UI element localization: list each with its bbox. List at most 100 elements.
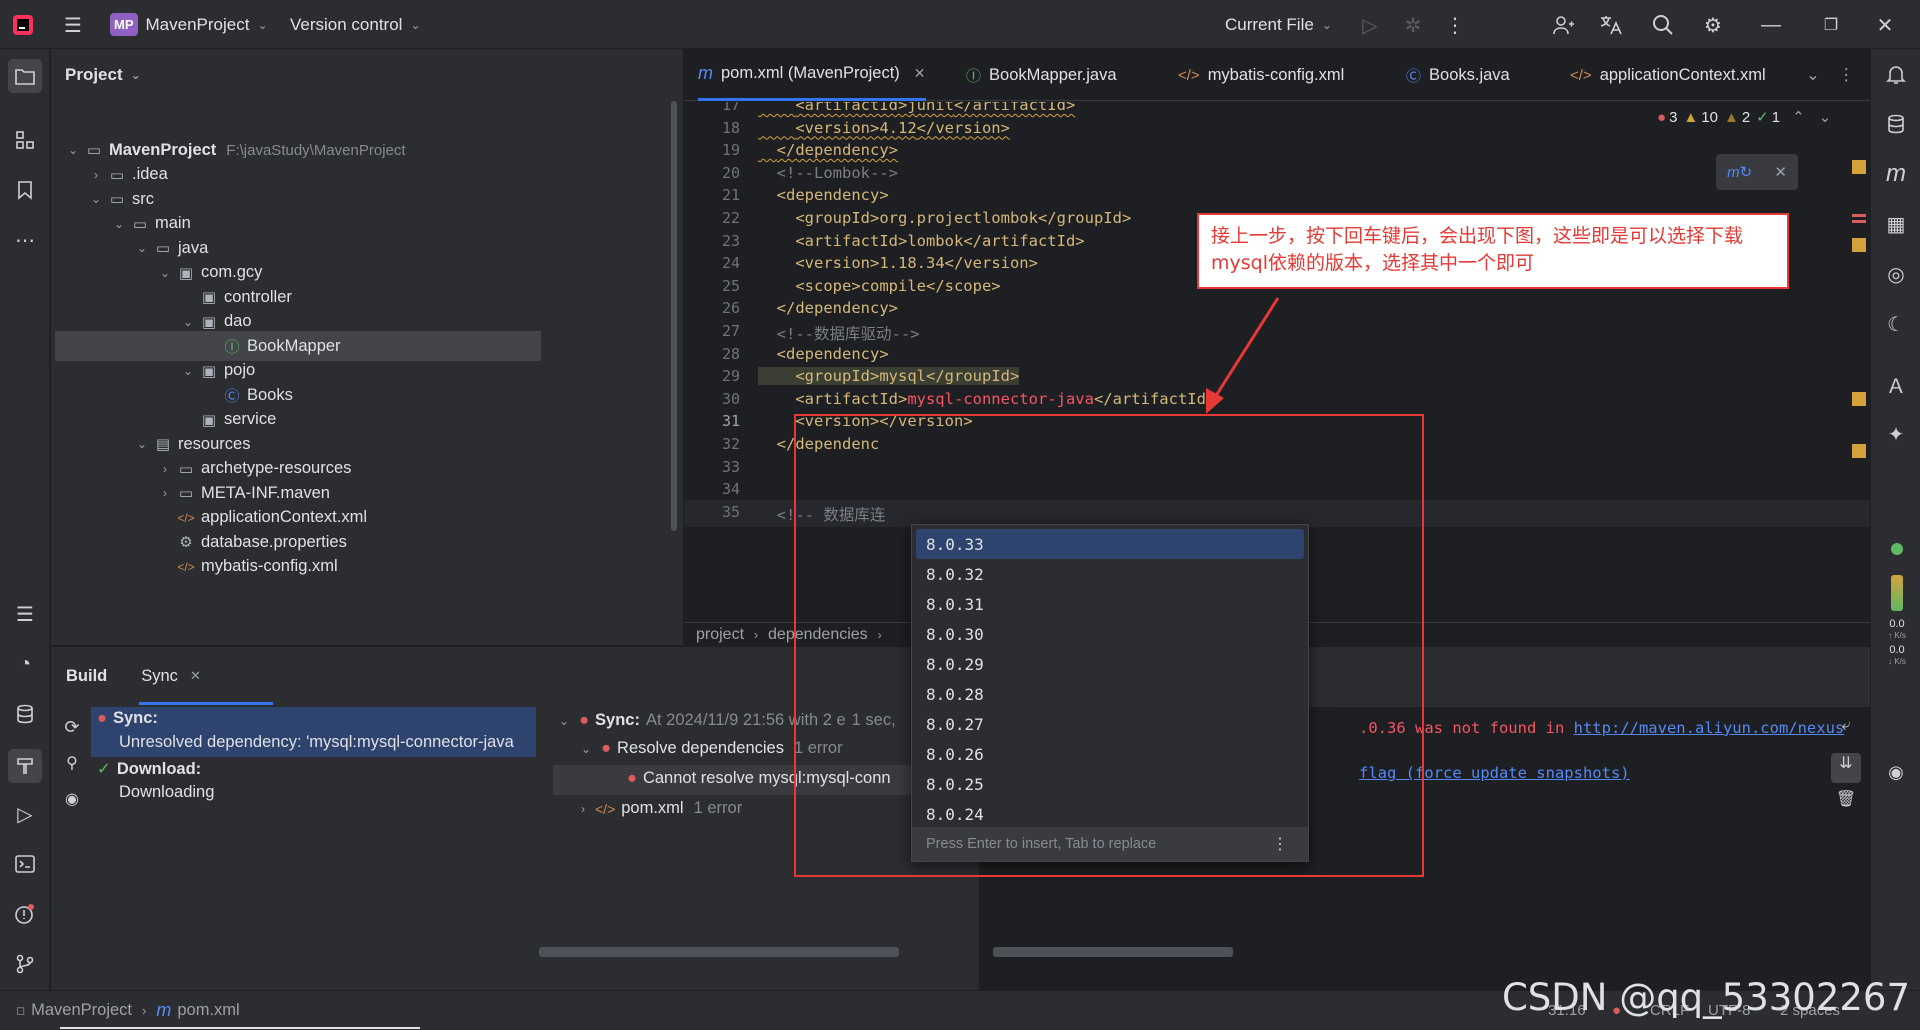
add-user-icon[interactable] bbox=[1550, 12, 1576, 38]
error-stripe-mark[interactable] bbox=[1852, 220, 1866, 223]
profiler-icon[interactable]: ◔ bbox=[10, 649, 40, 679]
folder-icon: ▭ bbox=[178, 460, 194, 478]
chevron-right-icon[interactable]: › bbox=[155, 486, 175, 500]
memory-indicator[interactable] bbox=[1891, 575, 1903, 611]
warning-stripe-mark[interactable] bbox=[1852, 238, 1866, 252]
run-icon[interactable]: ▷ bbox=[1357, 12, 1383, 38]
chevron-down-icon[interactable]: ⌄ bbox=[178, 315, 198, 329]
project-scrollbar[interactable] bbox=[671, 101, 677, 531]
repo-link[interactable]: http://maven.aliyun.com/nexus bbox=[1574, 719, 1845, 737]
status-progress-underline bbox=[60, 1027, 420, 1029]
project-panel-title: Project bbox=[65, 65, 123, 84]
project-panel-header[interactable]: Project ⌄ bbox=[65, 65, 141, 85]
tab-bookmapper[interactable]: Ⓘ BookMapper.java bbox=[966, 49, 1117, 101]
next-highlight-icon[interactable]: ⌄ bbox=[1819, 108, 1832, 126]
todo-list-icon[interactable]: ☰ bbox=[10, 599, 40, 629]
maven-file-icon: m bbox=[156, 1000, 172, 1020]
tree-node[interactable]: </> mybatis-config.xml bbox=[55, 552, 541, 582]
error-stripe-mark[interactable] bbox=[1852, 214, 1866, 217]
clear-console-icon[interactable]: 🗑 bbox=[1831, 789, 1861, 825]
pin-icon[interactable]: ⚲ bbox=[57, 753, 87, 789]
status-file[interactable]: pom.xml bbox=[177, 1001, 239, 1020]
debug-icon[interactable]: ✲ bbox=[1400, 12, 1426, 38]
pom-tree-node[interactable]: › </> pom.xml 1 error bbox=[581, 799, 742, 818]
tree-node-label: META-INF.maven bbox=[201, 483, 330, 502]
tab-books[interactable]: Ⓒ Books.java bbox=[1406, 49, 1510, 101]
status-project[interactable]: MavenProject bbox=[31, 1001, 132, 1020]
tab-label: applicationContext.xml bbox=[1599, 65, 1766, 84]
chevron-down-icon[interactable]: ⌄ bbox=[178, 364, 198, 378]
services-icon[interactable]: ▷ bbox=[10, 799, 40, 829]
coverage-icon[interactable]: ◎ bbox=[1881, 259, 1911, 289]
notifications-bell-icon[interactable] bbox=[1881, 59, 1911, 89]
pom-node-title: pom.xml bbox=[621, 799, 684, 817]
structure-tool-icon[interactable] bbox=[10, 125, 40, 155]
main-menu-icon[interactable]: ☰ bbox=[60, 12, 86, 38]
intellij-logo-icon[interactable] bbox=[10, 12, 36, 38]
translate-icon[interactable] bbox=[1598, 12, 1624, 38]
minimize-icon[interactable]: — bbox=[1758, 12, 1784, 38]
tab-options-icon[interactable]: ⋮ bbox=[1838, 49, 1855, 101]
chevron-down-icon[interactable]: ⌄ bbox=[63, 143, 83, 157]
more-actions-icon[interactable]: ⋮ bbox=[1442, 12, 1468, 38]
download-event[interactable]: ✓ Download: bbox=[97, 759, 201, 779]
run-config-selector[interactable]: Current File ⌄ bbox=[1225, 0, 1332, 49]
maven-tool-icon[interactable]: m bbox=[1881, 159, 1911, 189]
warning-stripe-mark[interactable] bbox=[1852, 160, 1866, 174]
download-speed: 0.0 bbox=[1889, 644, 1905, 656]
line-number: 20 bbox=[721, 163, 740, 182]
eye-icon[interactable]: ◉ bbox=[57, 789, 87, 825]
database-tool-icon[interactable] bbox=[10, 699, 40, 729]
chevron-right-icon[interactable]: › bbox=[86, 168, 106, 182]
sparkle-icon[interactable]: ✦ bbox=[1881, 419, 1911, 449]
chevron-down-icon[interactable]: ⌄ bbox=[155, 266, 175, 280]
tab-label: BookMapper.java bbox=[989, 65, 1117, 84]
close-sync-tab-icon[interactable]: ✕ bbox=[190, 668, 201, 684]
close-reload-icon[interactable]: ✕ bbox=[1774, 163, 1787, 181]
vcs-menu[interactable]: Version control ⌄ bbox=[290, 0, 421, 49]
tab-sync[interactable]: Sync bbox=[141, 667, 178, 686]
inspections-widget[interactable]: ● 3 ▲ 10 ▲ 2 ✓ 1 ⌃ ⌄ bbox=[1657, 108, 1832, 127]
warning-stripe-mark[interactable] bbox=[1852, 392, 1866, 406]
upload-speed: 0.0 bbox=[1889, 618, 1905, 630]
tree-horizontal-scrollbar[interactable] bbox=[539, 947, 899, 957]
error-count: 3 bbox=[1669, 108, 1678, 126]
search-icon[interactable] bbox=[1650, 12, 1676, 38]
close-tab-icon[interactable]: ✕ bbox=[914, 65, 926, 82]
soft-wrap-icon[interactable]: ⤶ bbox=[1831, 717, 1861, 753]
sciview-icon[interactable]: ▦ bbox=[1881, 209, 1911, 239]
chevron-right-icon[interactable]: › bbox=[155, 462, 175, 476]
sync-event[interactable]: ● Sync: bbox=[97, 709, 158, 728]
more-tools-icon[interactable]: ⋯ bbox=[10, 225, 40, 255]
console-horizontal-scrollbar[interactable] bbox=[993, 947, 1233, 957]
maven-reload-icon[interactable]: m↻ bbox=[1727, 163, 1752, 181]
chevron-down-icon[interactable]: ⌄ bbox=[132, 241, 152, 255]
settings-gear-icon[interactable]: ⚙ bbox=[1700, 12, 1726, 38]
tab-application-context[interactable]: </> applicationContext.xml bbox=[1570, 49, 1766, 101]
copilot-icon[interactable]: ☾ bbox=[1881, 309, 1911, 339]
chevron-down-icon[interactable]: ⌄ bbox=[109, 217, 129, 231]
previous-highlight-icon[interactable]: ⌃ bbox=[1792, 108, 1805, 126]
build-tool-icon[interactable] bbox=[8, 749, 42, 783]
tab-mybatis-config[interactable]: </> mybatis-config.xml bbox=[1178, 49, 1344, 101]
bookmarks-icon[interactable] bbox=[10, 175, 40, 205]
chevron-down-icon[interactable]: ⌄ bbox=[132, 437, 152, 451]
database-icon[interactable] bbox=[1881, 109, 1911, 139]
warning-stripe-mark[interactable] bbox=[1852, 444, 1866, 458]
project-tool-icon[interactable] bbox=[8, 59, 42, 93]
git-icon[interactable] bbox=[10, 949, 40, 979]
scroll-to-end-icon[interactable]: ⇊ bbox=[1831, 753, 1861, 783]
ai-assistant-icon[interactable]: Ａ bbox=[1881, 369, 1911, 399]
project-selector[interactable]: MP MavenProject ⌄ bbox=[110, 0, 268, 49]
breadcrumb-project[interactable]: project bbox=[696, 626, 744, 644]
terminal-icon[interactable] bbox=[10, 849, 40, 879]
sync-icon[interactable]: ⟳ bbox=[57, 717, 87, 753]
chevron-down-icon[interactable]: ⌄ bbox=[86, 192, 106, 206]
problems-icon[interactable] bbox=[10, 899, 40, 929]
camera-icon[interactable]: ◉ bbox=[1881, 757, 1911, 787]
tab-list-chevron-icon[interactable]: ⌄ bbox=[1806, 49, 1820, 101]
close-window-icon[interactable]: ✕ bbox=[1872, 12, 1898, 38]
tab-pom-xml[interactable]: m pom.xml (MavenProject) ✕ bbox=[698, 49, 926, 101]
tab-build[interactable]: Build bbox=[66, 667, 107, 686]
restore-icon[interactable]: ❐ bbox=[1818, 12, 1844, 38]
